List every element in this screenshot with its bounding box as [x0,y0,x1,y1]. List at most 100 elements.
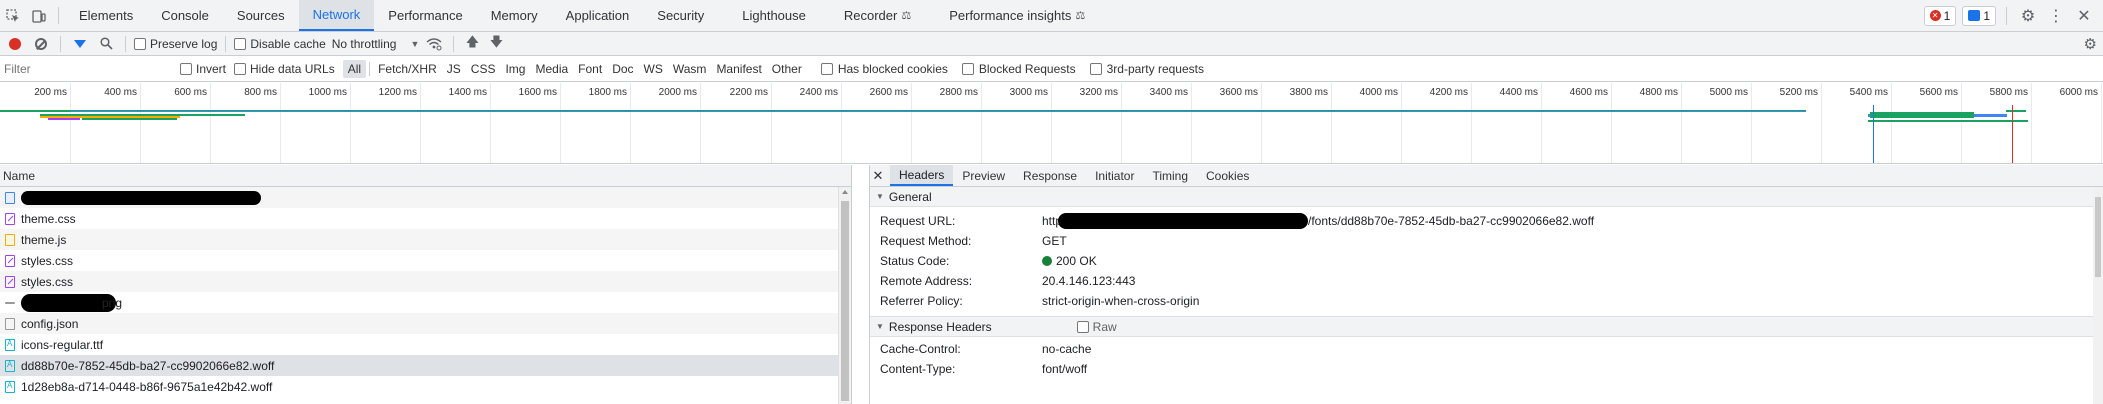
error-count-badge[interactable]: ✕ 1 [1923,5,1957,26]
checkbox-box[interactable] [961,62,974,75]
checkbox-box[interactable] [820,62,833,75]
filter-input[interactable] [4,58,172,79]
scroll-up-icon[interactable] [842,190,848,194]
close-devtools-icon[interactable]: ✕ [2073,5,2095,27]
general-section-header[interactable]: ▼ General [870,187,2103,207]
type-filter-img[interactable]: Img [500,60,530,78]
filter-toggle-button[interactable] [69,34,91,54]
font-file-icon [5,338,15,351]
request-row[interactable]: config.json [0,313,851,334]
response-headers-section-header[interactable]: ▼ Response Headers Raw [870,317,2103,337]
request-row[interactable]: theme.js [0,229,851,250]
more-options-icon[interactable]: ⋮ [2045,5,2067,27]
type-filter-ws[interactable]: WS [639,60,668,78]
settings-gear-icon[interactable]: ⚙ [2017,5,2039,27]
header-key: Remote Address: [880,274,973,288]
close-details-icon[interactable]: ✕ [870,165,890,186]
css-file-icon [5,212,15,225]
disable-cache-checkbox[interactable]: Disable cache [234,37,326,51]
tab-performance-insights[interactable]: Performance insights ⚖ [925,0,1099,31]
request-row[interactable]: dd88b70e-7852-45db-ba27-cc9902066e82.wof… [0,355,851,376]
message-count-badge[interactable]: 1 [1962,5,1996,26]
tab-elements[interactable]: Elements [65,0,147,31]
checkbox-box[interactable] [134,37,146,50]
export-har-icon[interactable]: 🡇 [486,33,506,55]
checkbox-box[interactable] [1076,320,1089,333]
network-conditions-button[interactable] [423,34,445,54]
checkbox-box[interactable] [1089,62,1102,75]
tab-console[interactable]: Console [147,0,223,31]
type-filter-other[interactable]: Other [767,60,807,78]
type-filter-wasm[interactable]: Wasm [668,60,712,78]
type-filter-fetch-xhr[interactable]: Fetch/XHR [373,60,442,78]
third-party-requests-checkbox[interactable]: 3rd-party requests [1089,62,1204,76]
tick-label: 5600 ms [1919,87,1958,98]
tab-lighthouse[interactable]: Lighthouse [718,0,820,31]
request-name: 1d28eb8a-d714-0448-b86f-9675a1e42b42.wof… [21,379,273,394]
tab-performance[interactable]: Performance [374,0,476,31]
tab-initiator[interactable]: Initiator [1086,165,1143,186]
type-filter-font[interactable]: Font [573,60,607,78]
blocked-requests-checkbox[interactable]: Blocked Requests [961,62,1076,76]
tab-response[interactable]: Response [1014,165,1086,186]
tab-network[interactable]: Network [298,0,375,31]
device-toolbar-icon[interactable] [26,0,52,31]
header-value: strict-origin-when-cross-origin [1042,294,1200,308]
request-row[interactable]: styles.css [0,250,851,271]
name-column-header[interactable]: Name [0,165,851,187]
scroll-thumb[interactable] [841,201,849,401]
type-filter-doc[interactable]: Doc [607,60,638,78]
network-settings-gear-icon[interactable]: ⚙ [2084,35,2097,53]
request-name: config.json [21,316,79,331]
general-section: Request URL: http/fonts/dd88b70e-7852-45… [870,207,2103,311]
request-row[interactable]: theme.css [0,208,851,229]
tab-preview[interactable]: Preview [953,165,1014,186]
hide-data-urls-checkbox[interactable]: Hide data URLs [234,62,335,76]
type-filter-manifest[interactable]: Manifest [711,60,766,78]
import-har-icon[interactable]: 🡅 [462,33,482,55]
tick-label: 2800 ms [939,87,978,98]
request-list-scrollbar[interactable] [838,187,851,404]
message-icon [1968,10,1981,21]
tab-timing[interactable]: Timing [1143,165,1197,186]
request-row[interactable]: icons-regular.ttf [0,334,851,355]
request-row[interactable]: 1d28eb8a-d714-0448-b86f-9675a1e42b42.wof… [0,376,851,397]
type-filter-media[interactable]: Media [530,60,573,78]
type-filter-css[interactable]: CSS [466,60,501,78]
request-row[interactable]: styles.css [0,271,851,292]
details-scrollbar[interactable] [2093,187,2103,404]
request-row[interactable] [0,187,851,208]
tab-memory[interactable]: Memory [477,0,552,31]
tab-application[interactable]: Application [552,0,644,31]
inspect-element-icon[interactable] [0,0,26,31]
search-button[interactable] [95,34,117,54]
preserve-log-checkbox[interactable]: Preserve log [134,37,217,51]
tab-security[interactable]: Security [643,0,718,31]
type-filter-js[interactable]: JS [442,60,466,78]
network-overview-timeline[interactable]: 200 ms 400 ms 600 ms 800 ms 1000 ms 1200 ms 14… [0,83,2103,164]
tabbar-separator [58,7,59,24]
has-blocked-cookies-checkbox[interactable]: Has blocked cookies [820,62,948,76]
tab-recorder[interactable]: Recorder ⚖ [820,0,925,31]
tab-sources[interactable]: Sources [223,0,299,31]
checkbox-box[interactable] [180,62,192,75]
throttling-select[interactable]: No throttling ▼ [332,37,420,51]
tick-gridline [911,83,912,163]
scroll-thumb[interactable] [2095,197,2101,277]
checkbox-box[interactable] [234,62,247,75]
type-filter-all[interactable]: All [342,59,367,78]
pane-divider[interactable] [852,165,870,404]
checkbox-box[interactable] [234,37,247,50]
request-row[interactable]: png [0,292,851,313]
tab-headers[interactable]: Headers [890,165,954,186]
tab-cookies[interactable]: Cookies [1197,165,1258,186]
content-type-row: Content-Type: font/woff [870,359,2103,379]
invert-checkbox[interactable]: Invert [180,62,226,76]
wifi-settings-icon [426,37,442,50]
clear-button[interactable] [30,34,52,54]
record-icon [9,37,21,50]
tick-label: 4200 ms [1429,87,1468,98]
record-button[interactable] [4,34,26,54]
raw-checkbox[interactable]: Raw [1076,320,1117,334]
request-name: styles.css [21,253,74,268]
